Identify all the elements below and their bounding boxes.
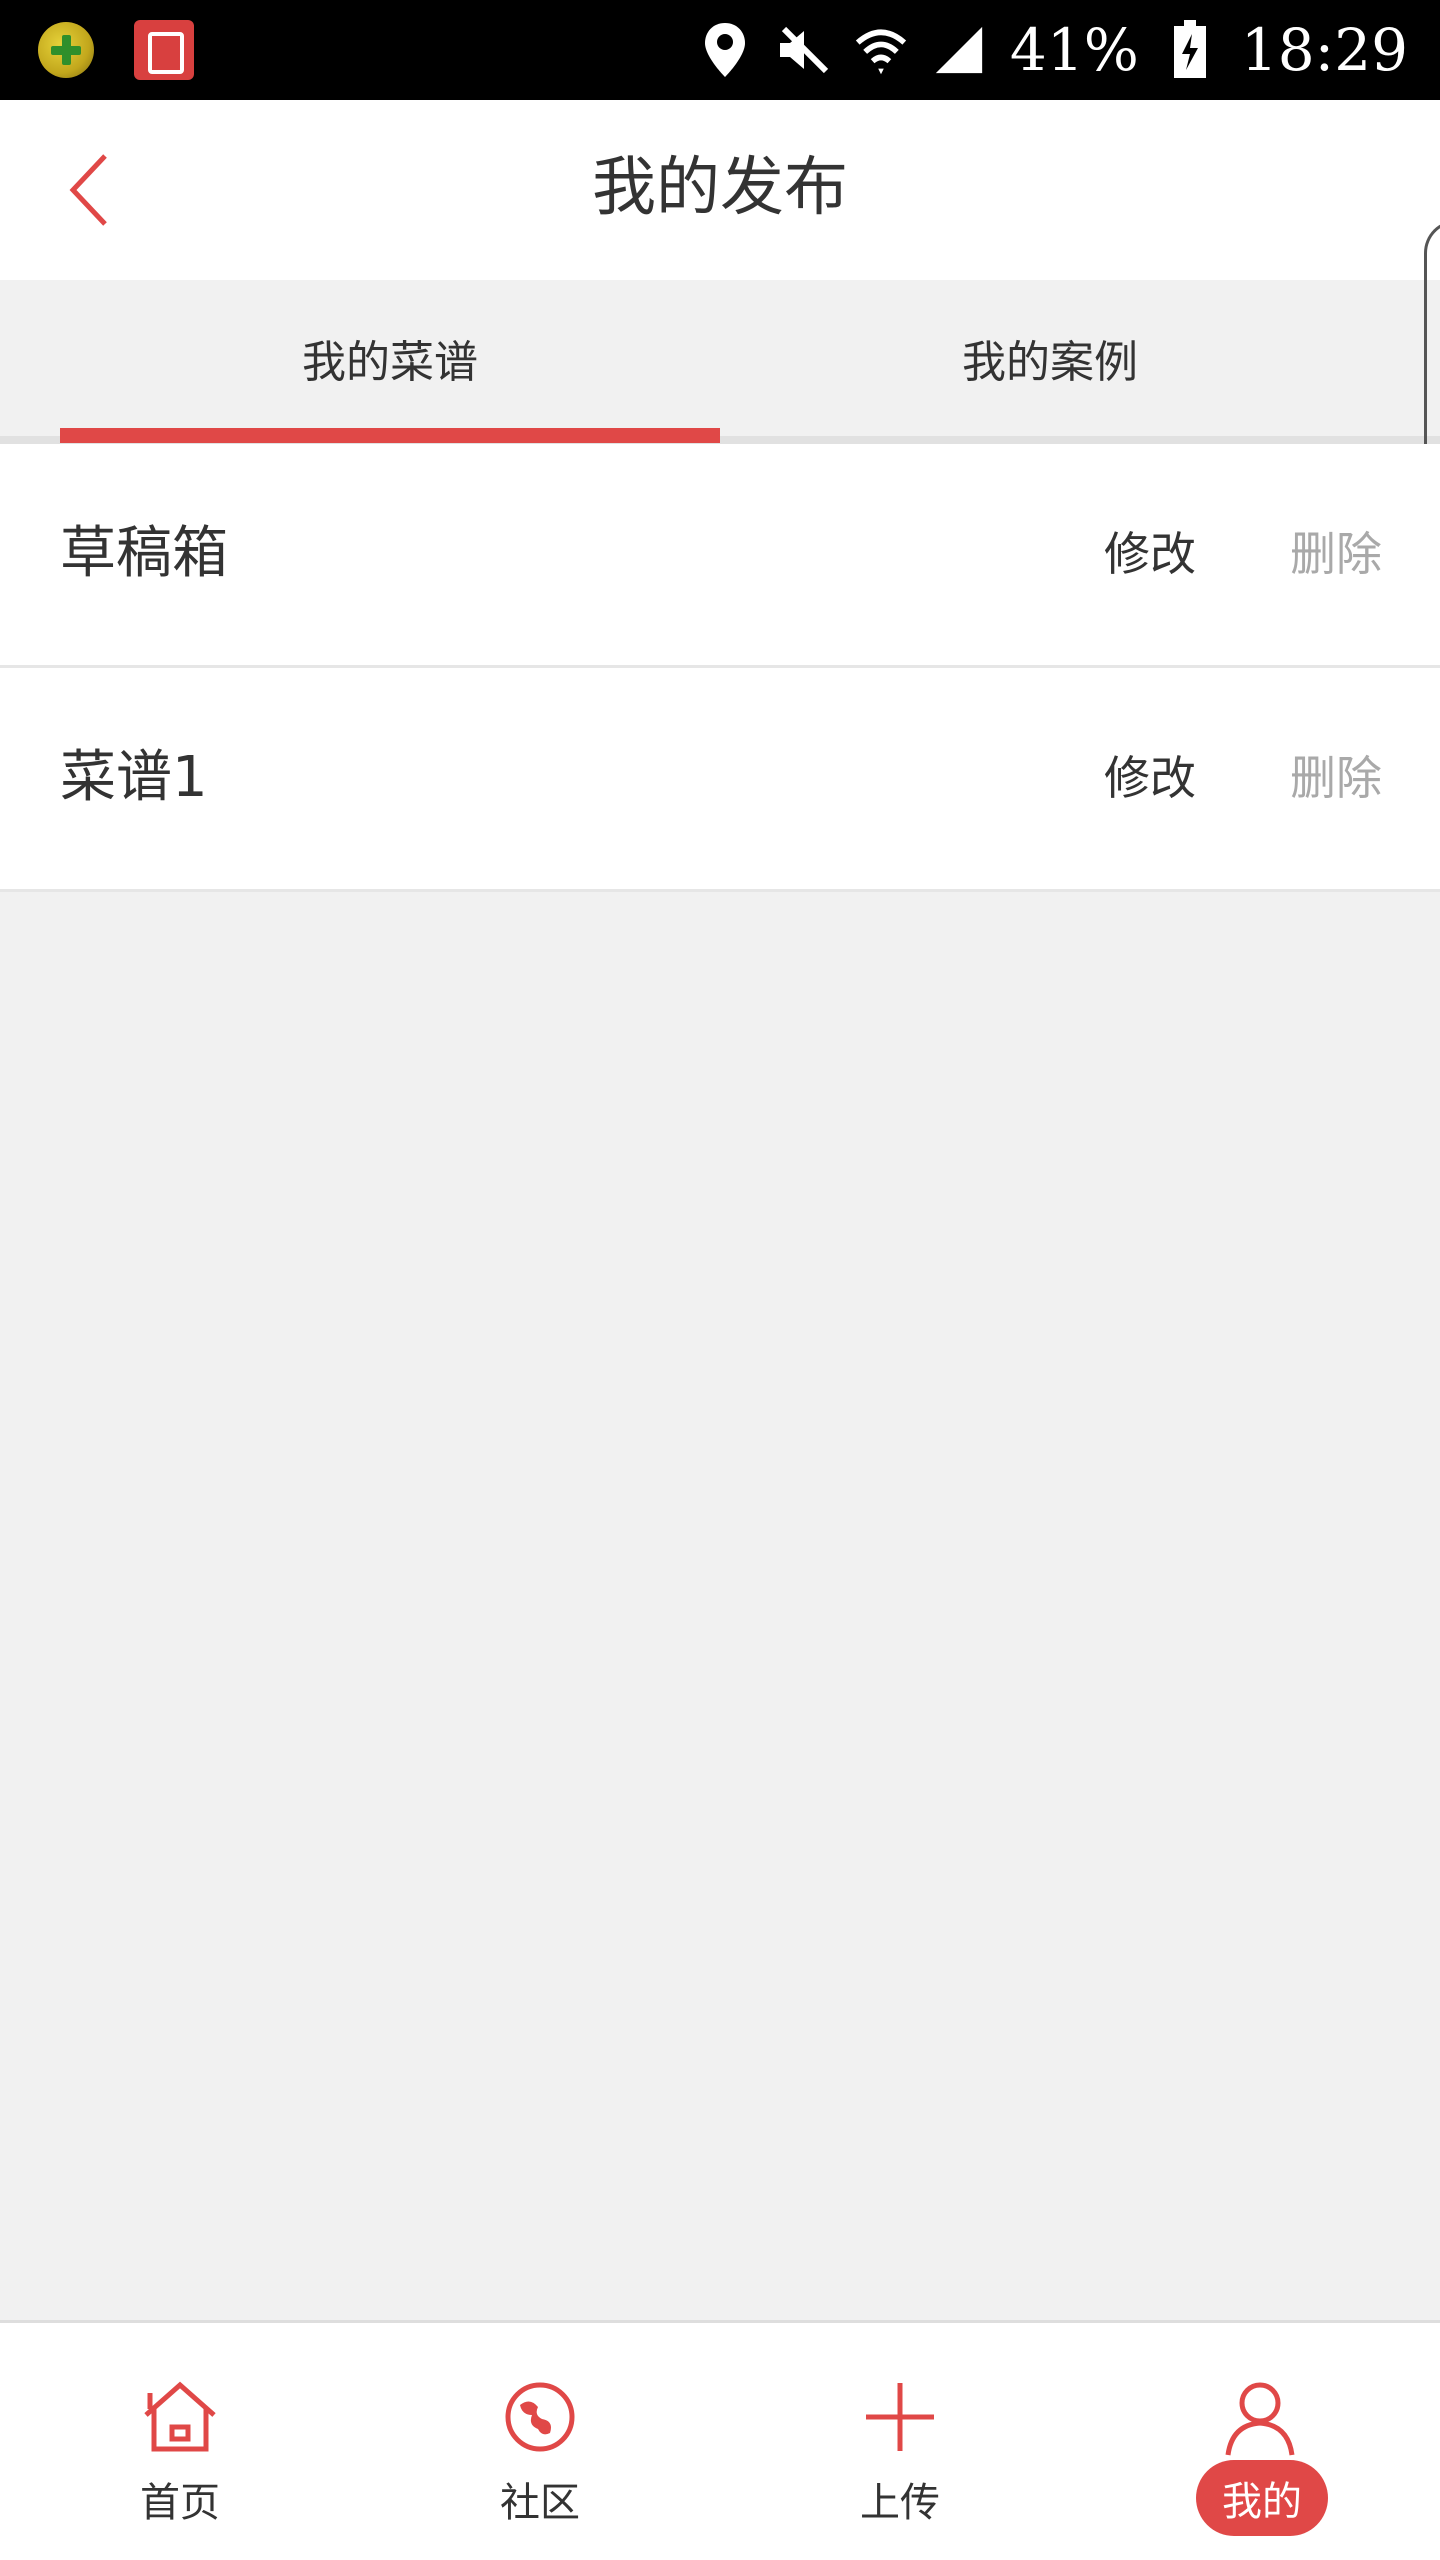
home-icon (144, 2381, 216, 2452)
status-clock: 18:29 (1240, 16, 1408, 84)
recipe-list: 草稿箱 修改 删除 菜谱1 修改 删除 (0, 444, 1440, 892)
tab-bar: 我的菜谱 我的案例 (0, 280, 1440, 444)
status-bar-right: 41% 18:29 (698, 12, 1408, 88)
wifi-icon (854, 20, 908, 80)
nav-label-home: 首页 (140, 2480, 220, 2526)
plus-icon (866, 2383, 934, 2451)
app-notebook-icon (134, 20, 194, 80)
mute-icon (776, 20, 830, 80)
globe-icon (505, 2382, 575, 2452)
user-icon (1225, 2382, 1295, 2456)
location-icon (698, 20, 752, 80)
list-item-title: 草稿箱 (60, 521, 228, 586)
active-tab-indicator (60, 428, 720, 443)
status-bar-left (38, 20, 194, 80)
nav-item-home[interactable]: 首页 (0, 2323, 360, 2560)
nav-label-mine-active[interactable]: 我的 (1196, 2460, 1328, 2536)
header-bar: 我的发布 (0, 100, 1440, 280)
nav-item-community[interactable]: 社区 (360, 2323, 720, 2560)
bottom-nav: 首页 社区 上传 我的 (0, 2320, 1440, 2560)
delete-button[interactable]: 删除 (1290, 522, 1382, 586)
tab-my-cases[interactable]: 我的案例 (720, 280, 1380, 436)
signal-icon (932, 20, 986, 80)
page-title: 我的发布 (592, 151, 848, 225)
list-item-title: 菜谱1 (60, 745, 208, 810)
list-item[interactable]: 菜谱1 修改 删除 (0, 668, 1440, 892)
nav-label-community: 社区 (500, 2480, 580, 2526)
nav-item-upload[interactable]: 上传 (720, 2323, 1080, 2560)
battery-percent: 41% (1009, 16, 1139, 84)
page: 41% 18:29 我的发布 我的菜谱 我的案例 草稿箱 修改 删除 菜谱1 修… (0, 0, 1440, 2560)
edit-button[interactable]: 修改 (1104, 746, 1196, 810)
battery-charging-icon (1163, 20, 1217, 80)
tab-my-recipes[interactable]: 我的菜谱 (60, 280, 720, 436)
edit-button[interactable]: 修改 (1104, 522, 1196, 586)
nav-label-upload: 上传 (860, 2480, 940, 2526)
app-360-icon (38, 22, 94, 78)
status-bar: 41% 18:29 (0, 0, 1440, 100)
delete-button[interactable]: 删除 (1290, 746, 1382, 810)
list-item[interactable]: 草稿箱 修改 删除 (0, 444, 1440, 668)
